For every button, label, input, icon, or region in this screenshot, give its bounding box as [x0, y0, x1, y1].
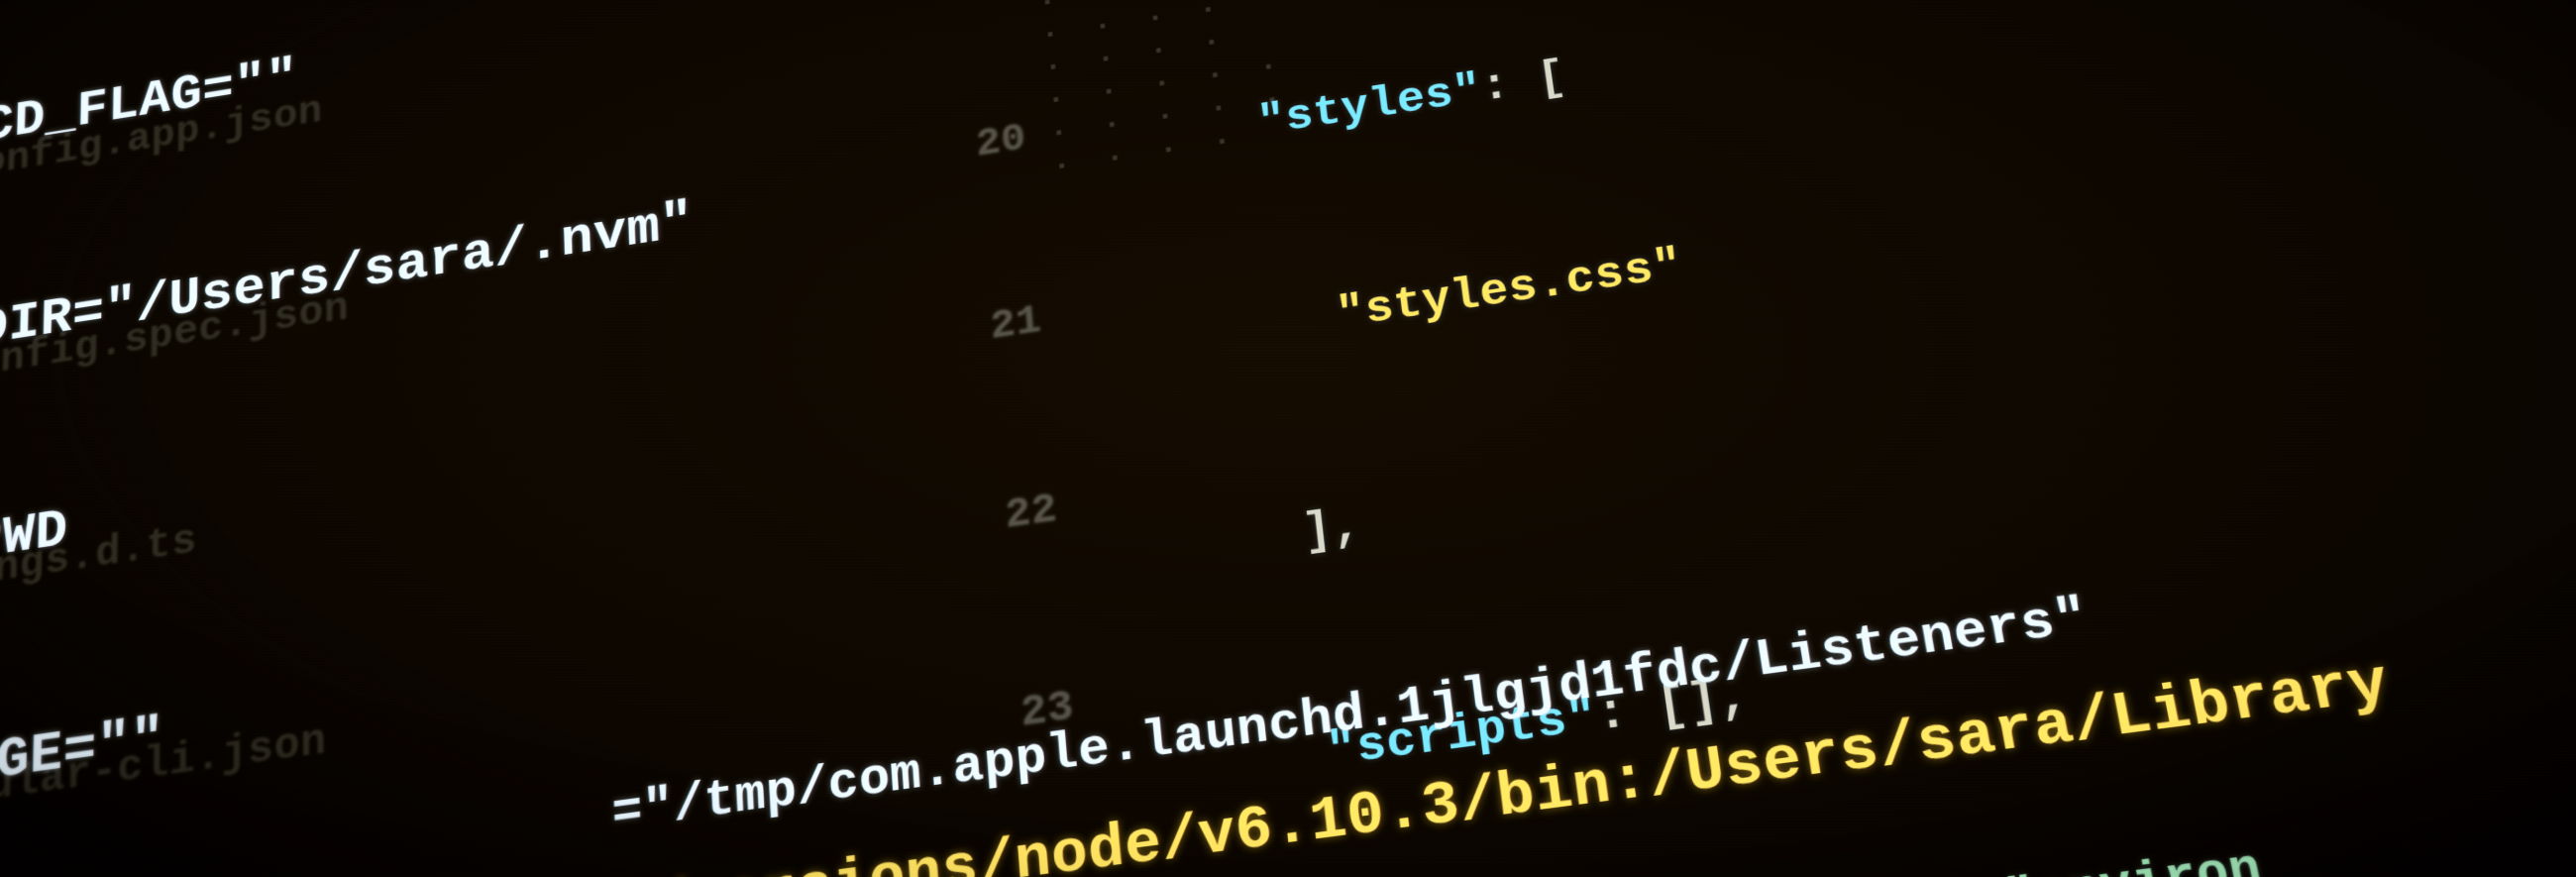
env-line: re -x OLDPWD: [0, 164, 2329, 623]
screenshot-stage: {} tsconfig.app.json {} tsconfig.spec.js…: [0, 0, 2576, 877]
perspective-wrapper: {} tsconfig.app.json {} tsconfig.spec.js…: [0, 0, 2576, 877]
